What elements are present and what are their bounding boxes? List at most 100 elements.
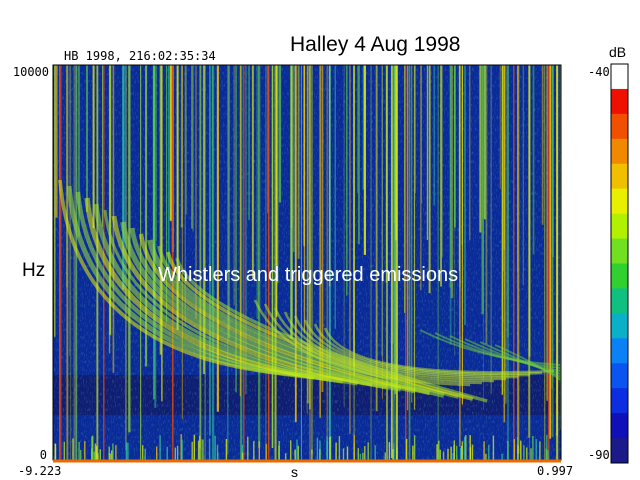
noise-spike bbox=[362, 452, 364, 460]
colorbar-label: dB bbox=[609, 44, 626, 60]
noise-spike bbox=[80, 449, 82, 460]
noise-spike bbox=[392, 449, 394, 460]
x-tick-end: 0.997 bbox=[537, 464, 573, 478]
noise-spike bbox=[258, 441, 260, 460]
annotation-text: Whistlers and triggered emissions bbox=[158, 264, 458, 286]
noise-spike bbox=[247, 436, 249, 460]
sferic-streak bbox=[426, 65, 428, 241]
sferic-streak bbox=[86, 65, 88, 213]
noise-spike bbox=[412, 445, 414, 460]
sferic-streak bbox=[532, 65, 535, 255]
sferic-streak bbox=[70, 65, 72, 460]
noise-spike bbox=[436, 444, 438, 460]
sferic-streak bbox=[479, 65, 482, 233]
noise-spike bbox=[456, 445, 458, 460]
colorbar-segment bbox=[611, 213, 628, 240]
sferic-streak bbox=[381, 65, 383, 357]
noise-spike bbox=[471, 444, 474, 460]
sferic-streak bbox=[556, 65, 559, 460]
noise-spike bbox=[520, 440, 522, 460]
noise-spike bbox=[442, 451, 445, 460]
strong-sferic bbox=[548, 65, 550, 460]
noise-spike bbox=[99, 449, 101, 460]
sferic-streak bbox=[278, 65, 282, 203]
noise-spike bbox=[290, 440, 292, 460]
noise-spike bbox=[316, 437, 319, 460]
noise-spike bbox=[329, 436, 331, 460]
noise-spike bbox=[193, 434, 195, 460]
noise-spike bbox=[326, 436, 328, 460]
sferic-streak bbox=[357, 65, 359, 194]
colorbar-tick-bottom: -90 bbox=[588, 448, 610, 462]
sferic-streak bbox=[433, 65, 435, 206]
colorbar-segment bbox=[611, 438, 628, 464]
noise-spike bbox=[297, 446, 299, 460]
sferic-streak bbox=[328, 65, 331, 287]
sferic-streak bbox=[227, 65, 229, 455]
noise-spike bbox=[532, 436, 534, 460]
noise-spike bbox=[367, 442, 369, 460]
noise-spike bbox=[364, 446, 366, 460]
noise-spike bbox=[174, 447, 176, 460]
noise-spike bbox=[517, 445, 519, 460]
sferic-streak bbox=[258, 65, 261, 448]
noise-spike bbox=[265, 443, 267, 460]
sferic-streak bbox=[363, 65, 366, 255]
noise-spike bbox=[523, 445, 525, 460]
noise-spike bbox=[108, 446, 110, 460]
noise-spike bbox=[278, 441, 280, 460]
sferic-streak bbox=[346, 65, 348, 296]
sferic-streak bbox=[353, 65, 355, 376]
noise-spike bbox=[84, 441, 86, 460]
colorbar-segment bbox=[611, 188, 628, 215]
noise-spike bbox=[464, 436, 466, 460]
sferic-streak bbox=[502, 65, 504, 272]
noise-spike bbox=[545, 448, 547, 460]
colorbar-segment bbox=[611, 64, 628, 90]
sferic-streak bbox=[541, 65, 544, 225]
noise-spike bbox=[125, 442, 128, 460]
colorbar-segment bbox=[611, 313, 628, 339]
noise-spike bbox=[144, 448, 146, 460]
noise-spike bbox=[405, 438, 408, 460]
noise-spike bbox=[311, 449, 313, 460]
noise-spike bbox=[93, 451, 96, 460]
noise-spike bbox=[507, 441, 509, 460]
colorbar-segment bbox=[611, 138, 628, 165]
sferic-streak bbox=[415, 65, 416, 194]
chart-title: Halley 4 Aug 1998 bbox=[290, 33, 460, 56]
sferic-streak bbox=[544, 65, 546, 460]
noise-spike bbox=[217, 453, 219, 460]
sferic-streak bbox=[334, 65, 336, 329]
noise-spike bbox=[208, 438, 211, 460]
sferic-streak bbox=[420, 65, 422, 291]
sferic-streak bbox=[407, 65, 409, 411]
noise-spike bbox=[388, 442, 391, 460]
noise-spike bbox=[539, 441, 541, 460]
noise-spike bbox=[357, 448, 359, 460]
strong-sferic bbox=[60, 65, 62, 460]
sferic-streak bbox=[66, 65, 69, 460]
spectrogram-figure: Halley 4 Aug 1998 HB 1998, 216:02:35:34 … bbox=[13, 33, 629, 480]
sferic-streak bbox=[464, 65, 466, 325]
colorbar-segment bbox=[611, 338, 628, 364]
colorbar-segment bbox=[611, 288, 628, 314]
sferic-streak bbox=[551, 65, 553, 389]
sferic-streak bbox=[428, 65, 431, 294]
sferic-streak bbox=[54, 65, 56, 337]
noise-spike bbox=[225, 439, 228, 460]
strong-sferic bbox=[243, 65, 245, 460]
sferic-streak bbox=[507, 65, 509, 337]
noise-spike bbox=[127, 442, 129, 460]
sferic-streak bbox=[449, 65, 451, 288]
noise-spike bbox=[166, 446, 168, 460]
sferic-streak bbox=[92, 65, 95, 229]
colorbar-segment bbox=[611, 88, 628, 115]
noise-spike bbox=[447, 448, 449, 460]
noise-spike bbox=[535, 439, 537, 460]
x-axis-label: s bbox=[291, 464, 298, 480]
sferic-streak bbox=[528, 65, 531, 438]
y-axis-label: Hz bbox=[22, 260, 45, 281]
noise-spike bbox=[384, 452, 386, 460]
noise-spike bbox=[176, 445, 179, 460]
